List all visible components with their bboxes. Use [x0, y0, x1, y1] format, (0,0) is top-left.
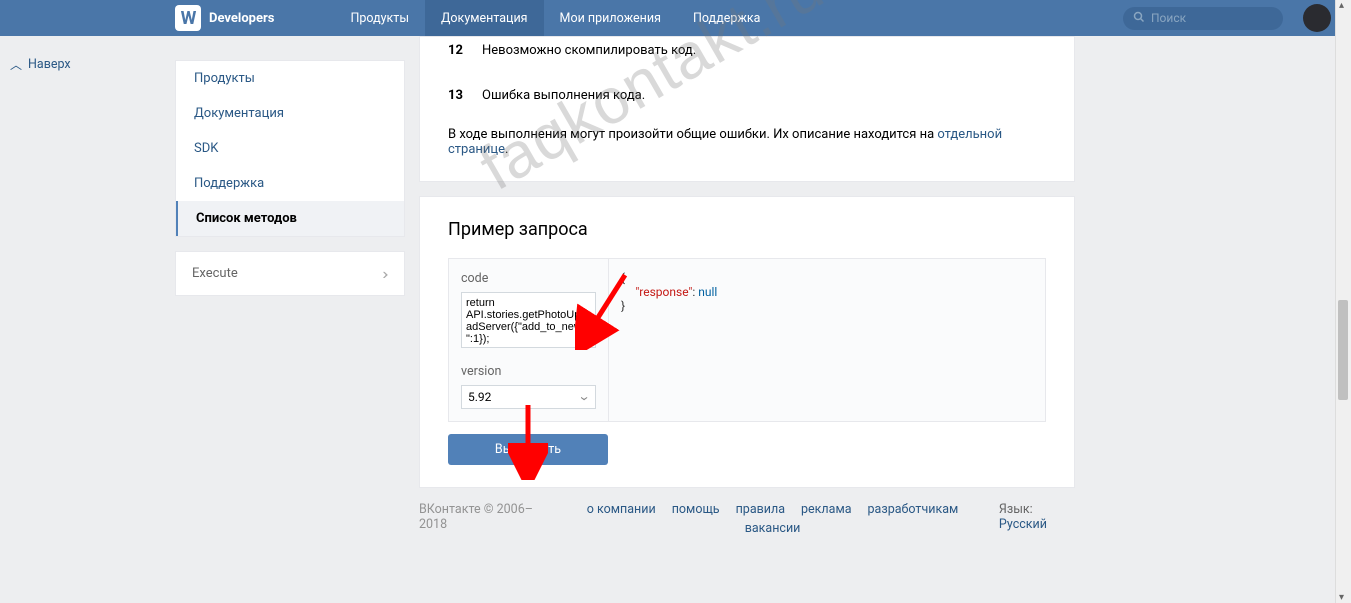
top-nav: Продукты Документация Мои приложения Под…: [334, 0, 776, 36]
response-value: null: [698, 285, 717, 299]
footer-link-devs[interactable]: разработчикам: [868, 502, 959, 517]
sidebar-sub-panel: Execute ›: [175, 251, 405, 296]
error-text: Невозможно скомпилировать код.: [482, 43, 696, 58]
footer-link-rules[interactable]: правила: [736, 502, 785, 517]
sidebar-item-sdk[interactable]: SDK: [176, 131, 404, 166]
nav-my-apps[interactable]: Мои приложения: [544, 0, 677, 36]
vk-logo[interactable]: W: [175, 5, 201, 31]
footer-link-ads[interactable]: реклама: [801, 502, 852, 517]
response-key: "response": [635, 285, 692, 299]
error-row: 12 Невозможно скомпилировать код.: [420, 37, 1074, 64]
footer-links: о компании помощь правила реклама разраб…: [574, 502, 971, 536]
lang-label: Язык:: [999, 502, 1033, 517]
nav-documentation[interactable]: Документация: [425, 0, 544, 36]
sidebar-sub-label: Execute: [192, 266, 238, 281]
sidebar-item-products[interactable]: Продукты: [176, 61, 404, 96]
annotation-arrow-icon: [575, 270, 635, 350]
footer-lang: Язык: Русский: [999, 502, 1075, 536]
footer-link-jobs[interactable]: вакансии: [745, 521, 801, 536]
sidebar-item-support[interactable]: Поддержка: [176, 166, 404, 201]
note-prefix: В ходе выполнения могут произойти общие …: [448, 127, 937, 142]
response-pane: { "response": null }: [609, 259, 1045, 421]
errors-note: В ходе выполнения могут произойти общие …: [420, 123, 1074, 157]
version-label: version: [461, 364, 596, 379]
sidebar-sub-execute[interactable]: Execute ›: [176, 252, 404, 295]
avatar[interactable]: [1303, 4, 1331, 32]
sidebar-item-methods-list[interactable]: Список методов: [176, 201, 404, 236]
search-input[interactable]: [1151, 11, 1273, 25]
sidebar: Продукты Документация SDK Поддержка Спис…: [175, 36, 405, 536]
scrollbar-thumb[interactable]: [1338, 300, 1348, 400]
footer: ВКонтакте © 2006–2018 о компании помощь …: [419, 488, 1075, 536]
back-to-top-label: Наверх: [28, 57, 71, 72]
nav-support[interactable]: Поддержка: [677, 0, 777, 36]
search-icon: [1133, 11, 1145, 26]
footer-link-about[interactable]: о компании: [587, 502, 656, 517]
error-text: Ошибка выполнения кода.: [482, 88, 645, 103]
example-title: Пример запроса: [448, 219, 1046, 240]
footer-link-help[interactable]: помощь: [672, 502, 720, 517]
nav-products[interactable]: Продукты: [334, 0, 425, 36]
top-bar: W Developers Продукты Документация Мои п…: [0, 0, 1351, 36]
error-code: 12: [448, 43, 482, 58]
error-row: 13 Ошибка выполнения кода.: [420, 82, 1074, 109]
annotation-arrow-icon: [508, 400, 548, 480]
back-to-top[interactable]: ︿ Наверх: [10, 56, 71, 73]
example-body: code version { "response": null }: [448, 258, 1046, 422]
scrollbar[interactable]: [1335, 0, 1351, 603]
note-suffix: .: [505, 142, 508, 157]
errors-card: 12 Невозможно скомпилировать код. 13 Оши…: [419, 36, 1075, 182]
error-code: 13: [448, 88, 482, 103]
chevron-up-icon: ︿: [10, 56, 22, 73]
sidebar-item-documentation[interactable]: Документация: [176, 96, 404, 131]
copyright: ВКонтакте © 2006–2018: [419, 502, 546, 536]
search-box[interactable]: [1123, 7, 1283, 30]
sidebar-panel: Продукты Документация SDK Поддержка Спис…: [175, 60, 405, 237]
lang-link[interactable]: Русский: [999, 517, 1047, 532]
brand-label: Developers: [209, 11, 274, 26]
chevron-down-icon: ›: [382, 264, 389, 283]
